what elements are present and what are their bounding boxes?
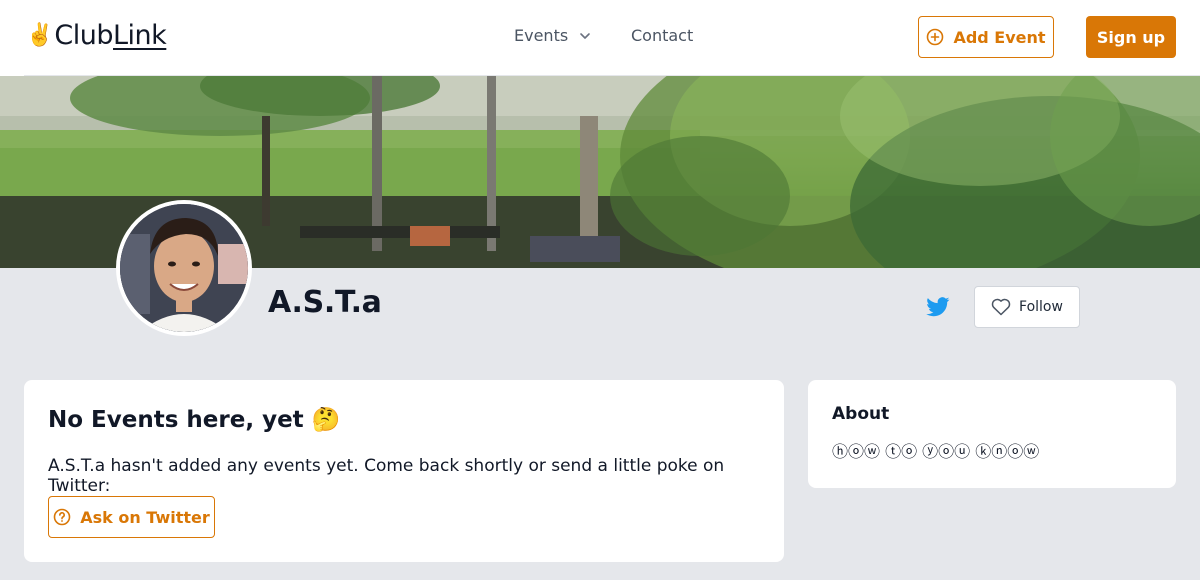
victory-hand-emoji: ✌️ xyxy=(26,22,54,48)
profile-avatar xyxy=(116,200,252,336)
ask-on-twitter-label: Ask on Twitter xyxy=(80,507,210,527)
question-circle-icon xyxy=(53,508,71,526)
add-event-label: Add Event xyxy=(953,27,1046,47)
ask-on-twitter-button[interactable]: Ask on Twitter xyxy=(48,496,215,538)
plus-circle-icon xyxy=(927,28,944,46)
about-text: ⓗⓞⓦ ⓣⓞ ⓨⓞⓤ ⓚⓝⓞⓦ xyxy=(832,442,1040,461)
twitter-icon[interactable] xyxy=(926,296,950,318)
sign-up-button[interactable]: Sign up xyxy=(1086,16,1176,58)
nav-events-dropdown[interactable]: Events xyxy=(514,26,591,45)
clublink-logo[interactable]: ✌️ Club Link xyxy=(26,20,167,51)
events-empty-description: A.S.T.a hasn't added any events yet. Com… xyxy=(48,456,725,496)
about-title: About xyxy=(832,404,890,424)
nav-events-label: Events xyxy=(514,26,569,45)
profile-name: A.S.T.a xyxy=(268,285,382,320)
chevron-down-icon xyxy=(580,32,590,39)
events-empty-title: No Events here, yet 🤔 xyxy=(48,407,341,433)
events-card: No Events here, yet 🤔 A.S.T.a hasn't add… xyxy=(24,380,784,562)
nav-contact-label: Contact xyxy=(631,26,694,45)
sign-up-label: Sign up xyxy=(1096,27,1166,47)
add-event-button[interactable]: Add Event xyxy=(918,16,1054,58)
about-card: About ⓗⓞⓦ ⓣⓞ ⓨⓞⓤ ⓚⓝⓞⓦ xyxy=(808,380,1176,488)
follow-label: Follow xyxy=(1019,299,1063,315)
top-navbar: ✌️ Club Link Events Contact Add Event Si… xyxy=(0,0,1200,76)
logo-text-club: Club xyxy=(54,20,114,51)
nav-contact-link[interactable]: Contact xyxy=(631,26,693,45)
logo-text-link: Link xyxy=(113,20,167,51)
avatar-portrait xyxy=(120,204,248,332)
follow-button[interactable]: Follow xyxy=(974,286,1080,328)
heart-icon xyxy=(991,298,1011,316)
